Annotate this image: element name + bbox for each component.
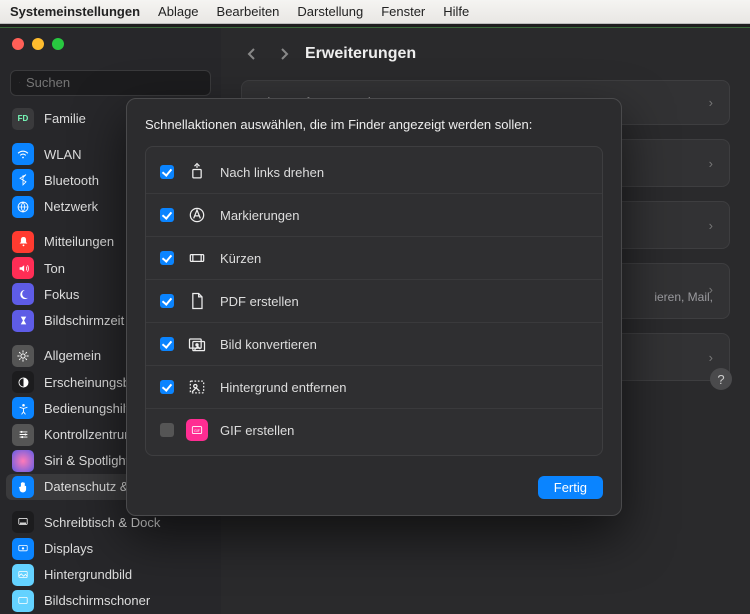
action-label: Bild konvertieren xyxy=(220,337,317,352)
menu-edit[interactable]: Bearbeiten xyxy=(217,4,280,19)
action-label: PDF erstellen xyxy=(220,294,299,309)
menu-help[interactable]: Hilfe xyxy=(443,4,469,19)
menu-window[interactable]: Fenster xyxy=(381,4,425,19)
action-markup: Markierungen xyxy=(146,194,602,237)
menubar: Systemeinstellungen Ablage Bearbeiten Da… xyxy=(0,0,750,24)
checkbox[interactable] xyxy=(160,423,174,437)
checkbox[interactable] xyxy=(160,165,174,179)
action-create-gif: GIF GIF erstellen xyxy=(146,409,602,451)
settings-window: FD Familie WLAN Bluetooth Netzwerk Mitte… xyxy=(0,28,750,614)
done-button[interactable]: Fertig xyxy=(538,476,603,499)
sheet-title: Schnellaktionen auswählen, die im Finder… xyxy=(145,117,603,132)
sheet-footer: Fertig xyxy=(145,476,603,499)
remove-bg-icon xyxy=(186,376,208,398)
menu-view[interactable]: Darstellung xyxy=(297,4,363,19)
action-create-pdf: PDF erstellen xyxy=(146,280,602,323)
action-convert-image: Bild konvertieren xyxy=(146,323,602,366)
action-remove-background: Hintergrund entfernen xyxy=(146,366,602,409)
action-label: GIF erstellen xyxy=(220,423,294,438)
action-trim: Kürzen xyxy=(146,237,602,280)
checkbox[interactable] xyxy=(160,337,174,351)
checkbox[interactable] xyxy=(160,380,174,394)
markup-icon xyxy=(186,204,208,226)
action-label: Hintergrund entfernen xyxy=(220,380,346,395)
quick-actions-list: Nach links drehen Markierungen Kürzen PD… xyxy=(145,146,603,456)
action-label: Markierungen xyxy=(220,208,300,223)
action-label: Kürzen xyxy=(220,251,261,266)
checkbox[interactable] xyxy=(160,251,174,265)
trim-icon xyxy=(186,247,208,269)
document-icon xyxy=(186,290,208,312)
action-rotate-left: Nach links drehen xyxy=(146,151,602,194)
action-label: Nach links drehen xyxy=(220,165,324,180)
menu-file[interactable]: Ablage xyxy=(158,4,198,19)
quick-actions-sheet: Schnellaktionen auswählen, die im Finder… xyxy=(126,98,622,516)
checkbox[interactable] xyxy=(160,208,174,222)
image-icon xyxy=(186,333,208,355)
checkbox[interactable] xyxy=(160,294,174,308)
app-name: Systemeinstellungen xyxy=(10,4,140,19)
svg-text:GIF: GIF xyxy=(194,429,200,433)
gif-icon: GIF xyxy=(186,419,208,441)
rotate-left-icon xyxy=(186,161,208,183)
